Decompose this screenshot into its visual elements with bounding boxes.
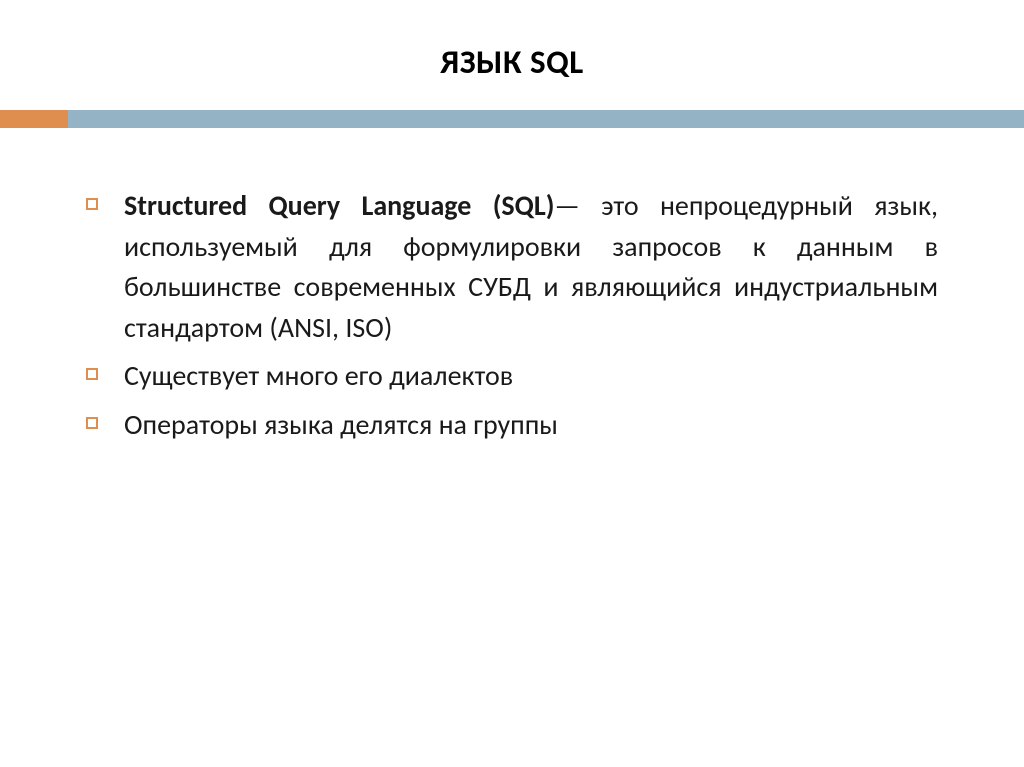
bullet-square-icon [86,368,98,380]
bullet-text: Операторы языка делятся на группы [124,407,558,442]
divider-bar [0,110,1024,128]
bullet-square-icon [86,417,98,429]
list-item: Structured Query Language (SQL)— это неп… [86,186,938,348]
bullet-square-icon [86,198,98,210]
bullet-text: Существует много его диалектов [124,358,513,393]
content-area: Structured Query Language (SQL)— это неп… [0,128,1024,446]
list-item: Существует много его диалектов [86,356,938,397]
bullet-bold-prefix: Structured Query Language (SQL) [124,188,554,223]
bullet-list: Structured Query Language (SQL)— это неп… [86,186,938,446]
list-item: Операторы языка делятся на группы [86,405,938,446]
slide-container: ЯЗЫК SQL Structured Query Language (SQL)… [0,0,1024,767]
slide-title: ЯЗЫК SQL [0,0,1024,110]
divider-accent [0,110,68,128]
